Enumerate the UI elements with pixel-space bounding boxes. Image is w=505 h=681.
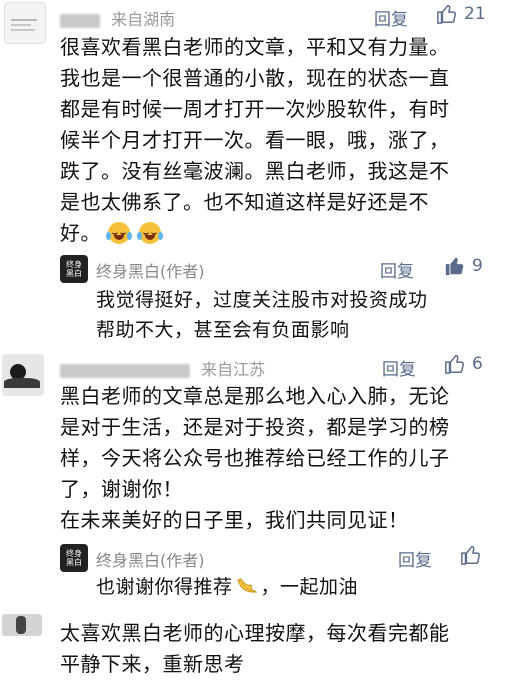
thumbs-up-icon	[445, 354, 465, 374]
comment-line: 跌了。没有丝毫波澜。黑白老师，我这是不	[60, 159, 450, 183]
commenter-name: 来自湖南	[60, 6, 175, 30]
comment-line: 都是有时候一周才打开一次炒股软件，有时	[60, 97, 450, 121]
comment-line: 是对于生活，还是对于投资，都是学习的榜	[60, 415, 450, 439]
commenter-avatar[interactable]	[2, 614, 42, 636]
reply-button[interactable]: 回复	[380, 257, 414, 282]
author-avatar[interactable]: 终身黑白	[60, 255, 88, 283]
like-count: 21	[464, 4, 486, 24]
like-button[interactable]: 6	[444, 353, 483, 375]
banana-emoji	[236, 578, 258, 593]
laughing-crying-emoji	[136, 222, 163, 244]
comment-line: 太喜欢黑白老师的心理按摩，每次看完都能	[60, 621, 450, 645]
comment-line: 我也是一个很普通的小散，现在的状态一直	[60, 66, 450, 90]
comment-line: 样，今天将公众号也推荐给已经工作的儿子	[60, 446, 450, 470]
comment-text: 太喜欢黑白老师的心理按摩，每次看完都能 平静下来，重新思考	[60, 618, 500, 680]
author-reply-text: 我觉得挺好，过度关注股市对投资成功 帮助不大，甚至会有负面影响	[96, 285, 496, 345]
comment-line: 很喜欢看黑白老师的文章，平和又有力量。	[60, 35, 450, 59]
reply-button[interactable]: 回复	[382, 355, 416, 380]
like-button[interactable]: 21	[436, 3, 486, 25]
author-avatar[interactable]: 终身黑白	[60, 544, 88, 572]
reply-button[interactable]: 回复	[398, 546, 432, 571]
comment-text: 黑白老师的文章总是那么地入心入肺，无论 是对于生活，还是对于投资，都是学习的榜 …	[60, 381, 500, 536]
comment-line: 了，谢谢你！	[60, 477, 183, 501]
like-button[interactable]: 9	[444, 255, 483, 277]
commenter-avatar[interactable]	[2, 354, 44, 396]
comment-line: 平静下来，重新思考	[60, 652, 245, 676]
like-button[interactable]	[460, 544, 482, 566]
reply-button[interactable]: 回复	[374, 5, 408, 30]
thumbs-up-icon	[437, 4, 457, 24]
like-count: 6	[472, 354, 483, 374]
comment-location: 来自江苏	[201, 360, 266, 379]
comment-line: 在未来美好的日子里，我们共同见证！	[60, 508, 409, 532]
comment-text: 很喜欢看黑白老师的文章，平和又有力量。 我也是一个很普通的小散，现在的状态一直 …	[60, 32, 500, 249]
laughing-crying-emoji	[105, 222, 132, 244]
reply-text-part: 也谢谢你得推荐	[96, 576, 233, 598]
blurred-nickname	[60, 363, 190, 378]
reply-line: 我觉得挺好，过度关注股市对投资成功	[96, 289, 428, 311]
author-name: 终身黑白(作者)	[96, 551, 205, 570]
comment-line: 好。	[60, 218, 500, 249]
like-count: 9	[472, 256, 483, 276]
reply-text-part: ，一起加油	[260, 576, 359, 598]
commenter-name: 来自江苏	[60, 356, 265, 380]
comment-line-text: 好。	[60, 221, 101, 245]
thumbs-up-icon	[461, 545, 481, 565]
comment-line: 黑白老师的文章总是那么地入心入肺，无论	[60, 384, 450, 408]
blurred-nickname	[60, 13, 100, 28]
comment-location: 来自湖南	[111, 10, 176, 29]
author-reply-text: 也谢谢你得推荐 ，一起加油	[96, 572, 496, 602]
author-avatar-text: 终身黑白	[66, 260, 82, 278]
commenter-avatar[interactable]	[4, 2, 46, 44]
comment-line: 候半个月才打开一次。看一眼，哦，涨了，	[60, 128, 450, 152]
author-name: 终身黑白(作者)	[96, 262, 205, 281]
author-avatar-text: 终身黑白	[66, 549, 82, 567]
reply-line: 帮助不大，甚至会有负面影响	[96, 319, 350, 341]
comment-line: 是也太佛系了。也不知道这样是好还是不	[60, 190, 429, 214]
thumbs-up-filled-icon	[445, 257, 464, 276]
